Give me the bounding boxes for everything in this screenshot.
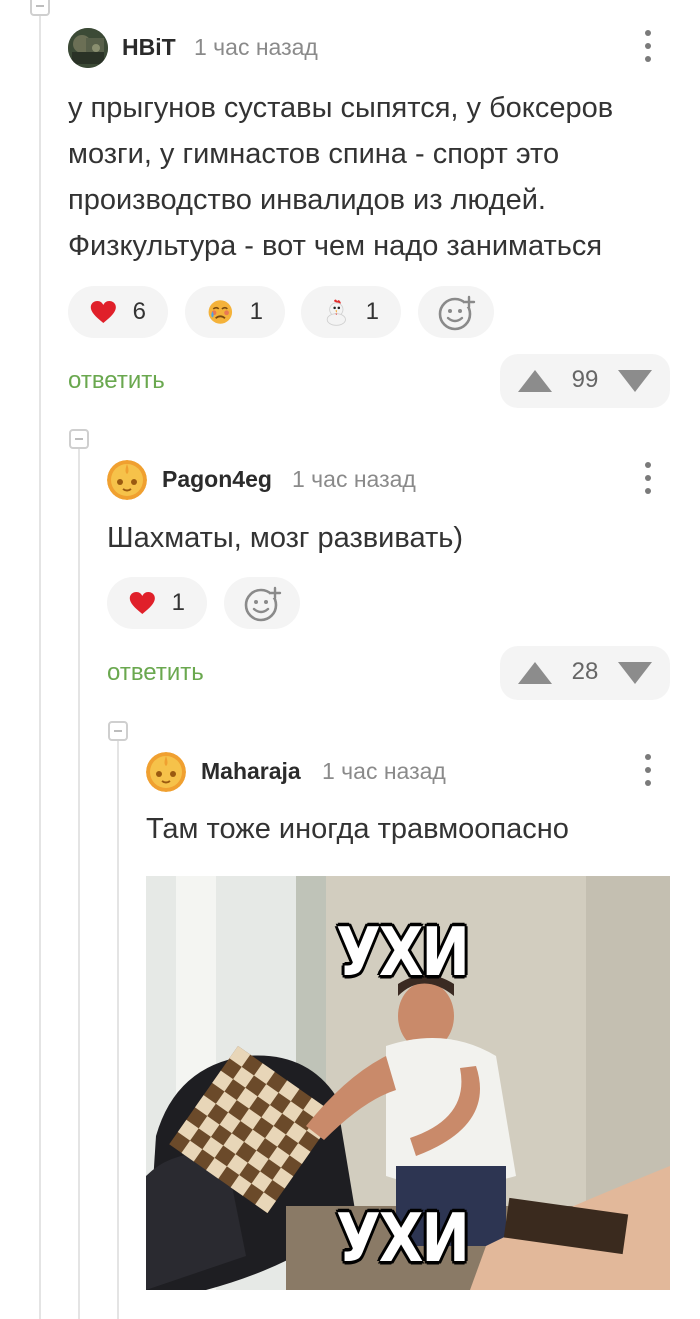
collapse-thread-button[interactable]	[30, 0, 50, 16]
reaction-heart[interactable]: 1	[107, 577, 207, 629]
meme-caption-top: УХИ	[336, 912, 470, 992]
reaction-heart[interactable]: 6	[68, 286, 168, 338]
add-reaction-button[interactable]	[224, 577, 300, 629]
meme-caption-bottom: УХИ	[336, 1198, 470, 1278]
collapse-thread-button[interactable]	[108, 721, 128, 741]
reply-link[interactable]: ответить	[107, 659, 204, 687]
more-options-icon[interactable]	[638, 30, 658, 64]
reaction-count: 1	[249, 298, 263, 325]
reaction-count: 1	[171, 589, 185, 616]
username[interactable]: HBiT	[122, 34, 176, 61]
timestamp: 1 час назад	[292, 466, 416, 492]
username[interactable]: Pagon4eg	[162, 466, 272, 493]
reaction-chicken[interactable]: 1	[301, 286, 401, 338]
vote-control: 99	[500, 354, 670, 408]
comment-text: Там тоже иногда травмоопасно	[146, 813, 569, 845]
add-reaction-button[interactable]	[418, 286, 494, 338]
avatar[interactable]	[68, 28, 108, 68]
comment-text: Шахматы, мозг развивать)	[107, 522, 464, 554]
chicken-icon	[326, 299, 346, 326]
timestamp: 1 час назад	[194, 34, 318, 60]
heart-icon	[129, 592, 155, 614]
more-options-icon[interactable]	[638, 754, 658, 788]
add-emoji-icon	[438, 295, 476, 331]
more-options-icon[interactable]	[638, 462, 658, 496]
add-emoji-icon	[244, 586, 282, 622]
reply-link[interactable]: ответить	[68, 367, 165, 395]
avatar[interactable]	[107, 460, 147, 500]
downvote-button[interactable]	[618, 662, 652, 684]
downvote-button[interactable]	[618, 370, 652, 392]
username[interactable]: Maharaja	[201, 758, 301, 785]
avatar[interactable]	[146, 752, 186, 792]
reaction-count: 6	[132, 298, 146, 325]
crying-face-icon	[208, 300, 233, 324]
thread-line-level-1	[39, 14, 41, 1319]
meme-image[interactable]: УХИ УХИ	[146, 876, 670, 1290]
timestamp: 1 час назад	[322, 758, 446, 784]
thread-line-level-2	[78, 448, 80, 1319]
reaction-crying[interactable]: 1	[185, 286, 285, 338]
thread-line-level-3	[117, 740, 119, 1319]
heart-icon	[90, 301, 116, 323]
reaction-count: 1	[365, 298, 379, 325]
vote-control: 28	[500, 646, 670, 700]
collapse-thread-button[interactable]	[69, 429, 89, 449]
comment-text: у прыгунов суставы сыпятся, у боксеров м…	[68, 92, 614, 262]
